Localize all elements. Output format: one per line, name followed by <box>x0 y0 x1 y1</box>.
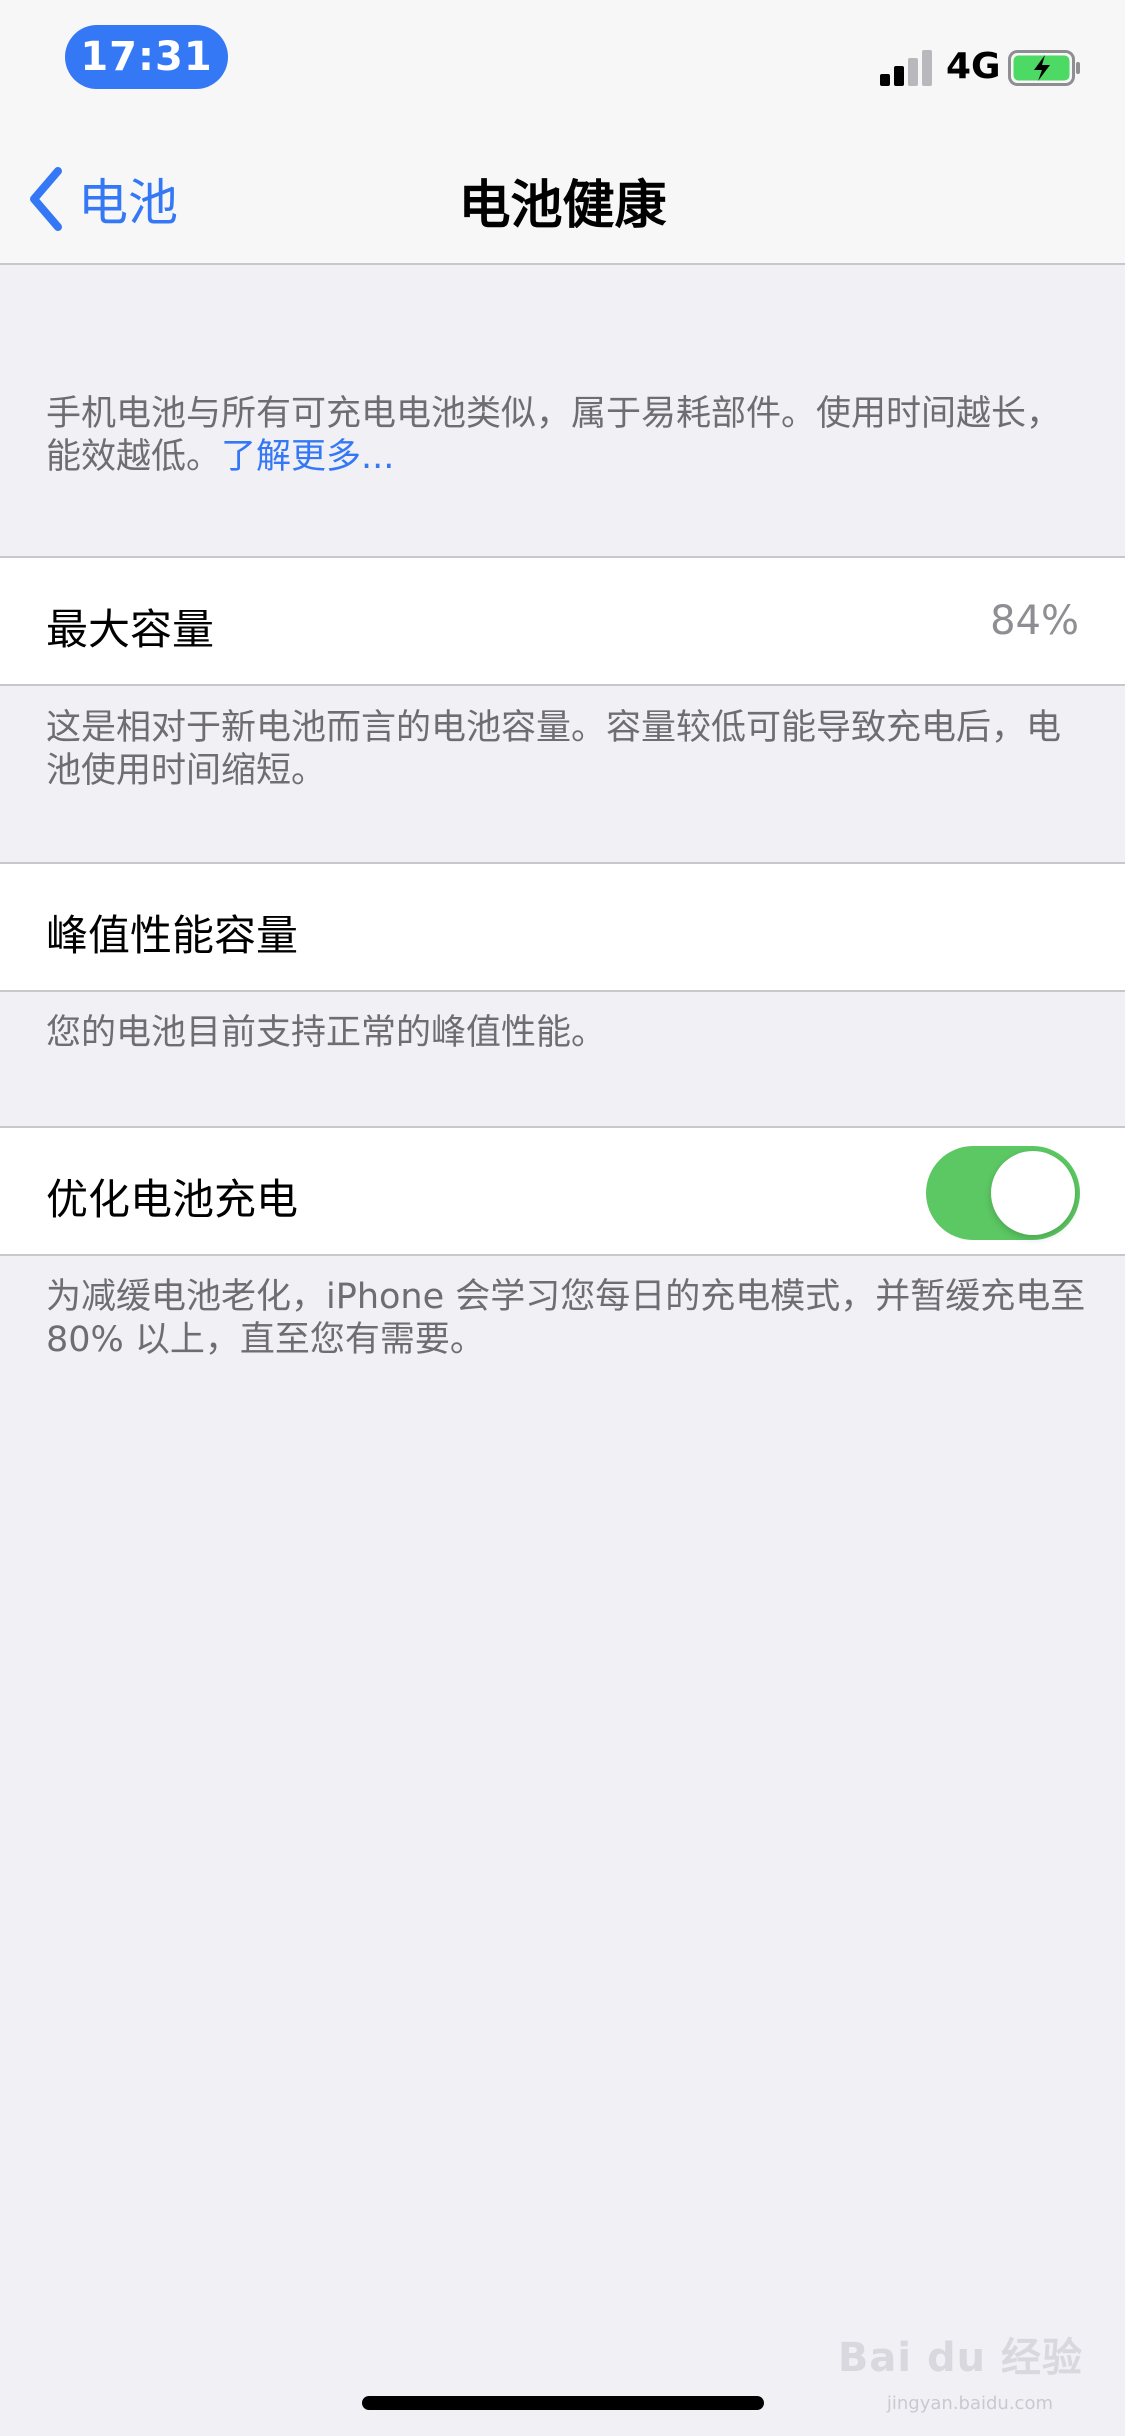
network-type: 4G <box>946 46 1001 87</box>
peak-performance-row: 峰值性能容量 <box>0 862 1125 992</box>
max-capacity-row: 最大容量 84% <box>0 556 1125 686</box>
peak-performance-label: 峰值性能容量 <box>46 911 299 960</box>
optimized-charging-note: 为减缓电池老化，iPhone 会学习您每日的充电模式，并暂缓充电至 80% 以上… <box>46 1277 1086 1360</box>
top-bar: 17:31 4G 电池 电池健康 <box>0 0 1125 265</box>
cellular-signal-icon <box>880 50 936 86</box>
battery-charging-icon <box>1008 50 1080 86</box>
max-capacity-label: 最大容量 <box>46 605 215 654</box>
intro-note: 手机电池与所有可充电电池类似，属于易耗部件。使用时间越长，能效越低。了解更多..… <box>46 393 1086 479</box>
watermark-logo: Bai du 经验 <box>837 2335 1083 2381</box>
max-capacity-note: 这是相对于新电池而言的电池容量。容量较低可能导致充电后，电池使用时间缩短。 <box>46 708 1062 791</box>
watermark-url: jingyan.baidu.com <box>886 2393 1053 2414</box>
home-indicator[interactable] <box>362 2396 764 2410</box>
optimized-charging-toggle[interactable] <box>926 1146 1080 1240</box>
max-capacity-value: 84% <box>990 598 1079 644</box>
learn-more-link[interactable]: 了解更多... <box>221 437 394 477</box>
battery-health-screen: 17:31 4G 电池 电池健康 手机电池与所有可充电电池类似，属于易耗部件。使… <box>0 0 1125 2436</box>
peak-performance-note: 您的电池目前支持正常的峰值性能。 <box>46 1013 607 1053</box>
page-title: 电池健康 <box>458 176 667 236</box>
intro-text: 手机电池与所有可充电电池类似，属于易耗部件。使用时间越长，能效越低。 <box>46 394 1062 477</box>
optimized-charging-row: 优化电池充电 <box>0 1126 1125 1256</box>
toggle-knob <box>991 1151 1075 1235</box>
status-time[interactable]: 17:31 <box>65 25 228 89</box>
optimized-charging-label: 优化电池充电 <box>46 1175 299 1224</box>
